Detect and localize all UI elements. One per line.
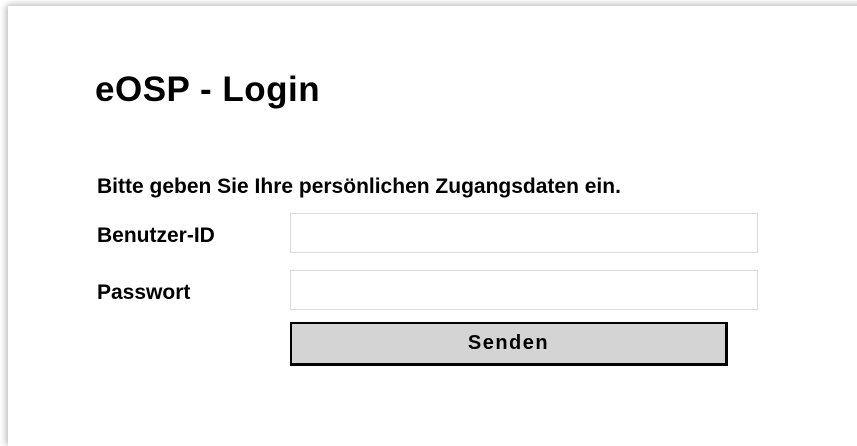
login-panel: eOSP - Login Bitte geben Sie Ihre persön… xyxy=(8,6,857,446)
login-instruction: Bitte geben Sie Ihre persönlichen Zugang… xyxy=(97,175,621,198)
send-button[interactable]: Senden xyxy=(290,322,728,366)
page-title: eOSP - Login xyxy=(95,70,321,109)
password-input[interactable] xyxy=(290,270,758,310)
user-id-label: Benutzer-ID xyxy=(97,224,215,247)
password-label: Passwort xyxy=(97,281,191,304)
user-id-input[interactable] xyxy=(290,213,758,253)
